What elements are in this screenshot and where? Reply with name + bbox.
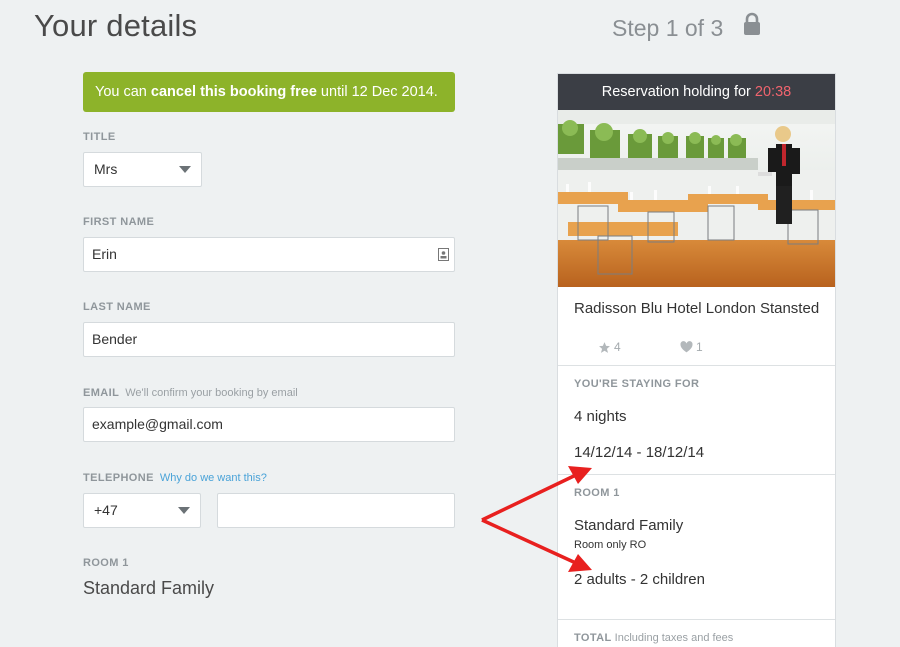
email-label-text: EMAIL (83, 387, 120, 399)
lock-icon (744, 12, 760, 35)
email-input[interactable]: example@gmail.com (83, 407, 455, 442)
title-select[interactable]: Mrs (83, 152, 202, 187)
annotation-arrows (481, 466, 592, 572)
banner-bold-text: cancel this booking free (150, 84, 317, 100)
nights-count: 4 nights (574, 408, 627, 425)
free-cancellation-banner: You can cancel this booking free until 1… (83, 72, 455, 112)
chevron-down-icon (178, 507, 190, 514)
title-label: TITLE (83, 131, 116, 143)
hotel-photo (558, 110, 835, 287)
chevron-down-icon (179, 166, 191, 173)
step-indicator: Step 1 of 3 (612, 15, 724, 41)
email-label: EMAIL We'll confirm your booking by email (83, 387, 298, 399)
why-telephone-link[interactable]: Why do we want this? (160, 472, 267, 484)
email-value: example@gmail.com (92, 416, 223, 432)
stay-dates: 14/12/14 - 18/12/14 (574, 444, 705, 461)
star-icon (599, 341, 610, 353)
last-name-input[interactable]: Bender (83, 322, 455, 357)
telephone-label: TELEPHONE Why do we want this? (83, 472, 267, 484)
divider (558, 619, 835, 620)
holding-timer: 20:38 (754, 84, 792, 100)
room-label: ROOM 1 (83, 557, 129, 569)
reservation-timer-bar: Reservation holding for 20:38 (558, 74, 835, 110)
hotel-rating: 4 (598, 340, 621, 354)
hotel-likes[interactable]: 1 (680, 340, 703, 354)
first-name-value: Erin (92, 246, 117, 262)
country-code-value: +47 (94, 502, 118, 518)
first-name-input[interactable]: Erin (83, 237, 455, 272)
total-label: TOTAL Including taxes and fees (574, 632, 733, 644)
banner-prefix: You can (95, 84, 151, 100)
hotel-name[interactable]: Radisson Blu Hotel London Stansted (574, 300, 826, 317)
likes-value: 1 (696, 340, 703, 354)
last-name-label: LAST NAME (83, 301, 151, 313)
room-name: Standard Family (83, 578, 215, 598)
holding-text: Reservation holding for (601, 84, 755, 100)
contact-card-icon[interactable] (438, 248, 449, 261)
email-hint: We'll confirm your booking by email (125, 387, 298, 399)
country-code-select[interactable]: +47 (83, 493, 201, 528)
rating-value: 4 (614, 340, 621, 354)
telephone-input[interactable] (217, 493, 455, 528)
total-hint: Including taxes and fees (614, 632, 734, 644)
last-name-value: Bender (92, 331, 138, 347)
divider (558, 365, 835, 366)
banner-suffix: until 12 Dec 2014. (316, 84, 438, 100)
heart-icon (680, 341, 693, 353)
page-title: Your details (34, 8, 198, 43)
title-select-value: Mrs (94, 161, 118, 177)
first-name-label: FIRST NAME (83, 216, 155, 228)
total-label-text: TOTAL (574, 632, 612, 644)
telephone-label-text: TELEPHONE (83, 472, 154, 484)
staying-label: YOU'RE STAYING FOR (574, 378, 700, 390)
